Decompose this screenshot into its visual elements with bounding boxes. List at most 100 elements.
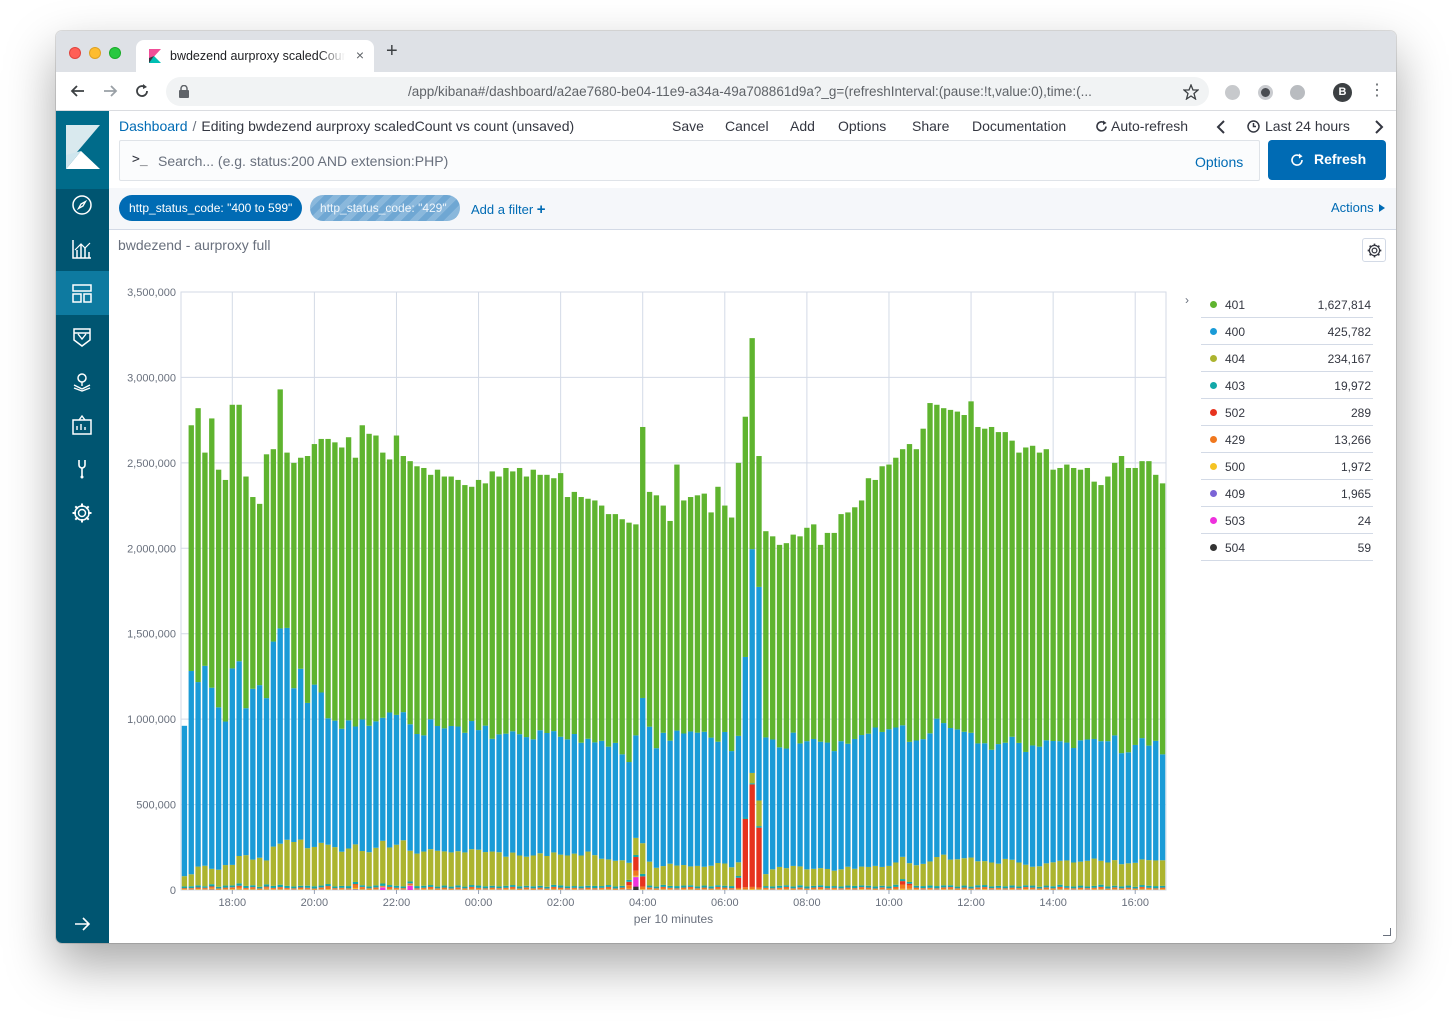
bar-segment-404 [653,867,660,887]
query-options-link[interactable]: Options [1195,154,1243,170]
bar-segment-404 [537,853,543,886]
add-filter-button[interactable]: Add a filter + [471,201,546,218]
bar-segment-404 [893,862,899,885]
bar-segment-429 [947,887,954,889]
bar-segment-401 [564,497,571,740]
options-button[interactable]: Options [838,118,886,134]
legend-item[interactable]: 429 13,266 [1201,426,1373,453]
search-input[interactable] [158,149,1058,173]
panel-resize-handle[interactable] [1383,928,1391,936]
legend-item[interactable]: 503 24 [1201,507,1373,534]
legend-item[interactable]: 504 59 [1201,534,1373,561]
extension-icon[interactable] [1225,85,1240,100]
bar-segment-403 [414,886,420,889]
visualize-chart-icon[interactable] [71,238,93,260]
bar-segment-500 [749,888,755,890]
address-bar[interactable]: /app/kibana#/dashboard/a2ae7680-be04-11e… [166,77,1209,106]
auto-refresh-button[interactable]: Auto-refresh [1111,118,1188,134]
time-range-picker[interactable]: Last 24 hours [1265,118,1350,134]
bar-segment-400 [311,684,318,847]
bar-segment-403 [906,881,913,884]
bar-segment-403 [1070,886,1077,889]
bar-segment-429 [763,888,769,890]
legend-item[interactable]: 502 289 [1201,399,1373,426]
share-button[interactable]: Share [912,118,949,134]
bar-segment-400 [469,721,475,850]
time-forward-chevron-icon[interactable] [1374,120,1384,134]
bar-segment-500 [1057,888,1063,890]
extension-icon[interactable] [1290,85,1305,100]
tab-close-icon[interactable]: × [356,47,364,63]
bar-segment-429 [1139,887,1145,889]
extension-icon[interactable] [1258,85,1273,100]
back-arrow-icon[interactable] [68,81,88,101]
save-button[interactable]: Save [672,118,704,134]
breadcrumb-dashboard-link[interactable]: Dashboard [119,118,188,134]
bar-segment-429 [380,886,386,887]
browser-menu-icon[interactable]: ⋮ [1369,82,1385,100]
bar-segment-403 [592,885,598,889]
expand-arrow-icon[interactable] [71,913,93,935]
bar-segment-403 [742,817,748,819]
legend-item[interactable]: 500 1,972 [1201,453,1373,480]
bar-segment-401 [571,491,577,734]
bar-segment-404 [865,866,872,886]
profile-avatar[interactable]: B [1333,83,1352,102]
bar-segment-403 [804,886,810,889]
panel-options-button[interactable] [1362,238,1386,262]
new-tab-button[interactable]: + [386,41,398,61]
bar-segment-429 [797,887,803,890]
filter-pill[interactable]: http_status_code: "400 to 599" [119,195,302,221]
bar-segment-404 [215,869,222,887]
lock-icon [179,85,189,98]
bar-segment-401 [660,505,666,733]
bar-segment-400 [209,687,215,869]
legend-item[interactable]: 403 19,972 [1201,372,1373,399]
bar-segment-403 [1002,886,1008,889]
discover-compass-icon[interactable] [71,194,93,216]
legend-item[interactable]: 400 425,782 [1201,318,1373,345]
bar-segment-502 [250,887,256,888]
browser-tab[interactable]: bwdezend aurproxy scaledCount vs count (… [136,40,374,72]
management-gear-icon[interactable] [71,502,93,524]
bar-segment-400 [366,725,372,853]
bookmark-star-icon[interactable] [1183,84,1199,100]
bar-segment-429 [1146,888,1152,890]
bar-segment-401 [1118,456,1125,754]
legend-item[interactable]: 409 1,965 [1201,480,1373,507]
bar-segment-403 [626,879,632,882]
maps-icon[interactable] [71,370,93,392]
kibana-logo[interactable] [56,111,109,189]
bar-segment-401 [646,491,653,727]
cancel-button[interactable]: Cancel [725,118,769,134]
canvas-icon[interactable] [71,414,93,436]
bar-segment-404 [250,859,256,886]
bar-segment-404 [352,844,359,882]
time-back-chevron-icon[interactable] [1216,120,1226,134]
bar-segment-401 [947,409,954,729]
close-window-button[interactable] [69,47,81,59]
add-panel-button[interactable]: Add [790,118,815,134]
filter-pill-disabled[interactable]: http_status_code: "429" [310,195,460,221]
forward-arrow-icon[interactable] [100,81,120,101]
minimize-window-button[interactable] [89,47,101,59]
bar-segment-400 [947,728,954,860]
timelion-icon[interactable] [71,326,93,348]
reload-icon[interactable] [132,81,152,101]
legend-toggle-icon[interactable]: › [1185,293,1189,307]
bar-segment-429 [1029,887,1036,890]
bar-segment-401 [510,471,516,732]
legend-item[interactable]: 404 234,167 [1201,345,1373,372]
dev-tools-wrench-icon[interactable] [71,458,93,480]
bar-segment-404 [551,852,557,885]
bar-segment-404 [1077,861,1084,886]
legend-item[interactable]: 401 1,627,814 [1201,291,1373,318]
zoom-window-button[interactable] [109,47,121,59]
documentation-button[interactable]: Documentation [972,118,1066,134]
bar-segment-502 [660,886,666,888]
bar-segment-404 [975,861,981,886]
bar-segment-500 [1159,889,1166,890]
dashboard-icon[interactable] [71,282,93,304]
refresh-button[interactable]: Refresh [1268,140,1386,180]
actions-button[interactable]: Actions [1331,200,1386,215]
